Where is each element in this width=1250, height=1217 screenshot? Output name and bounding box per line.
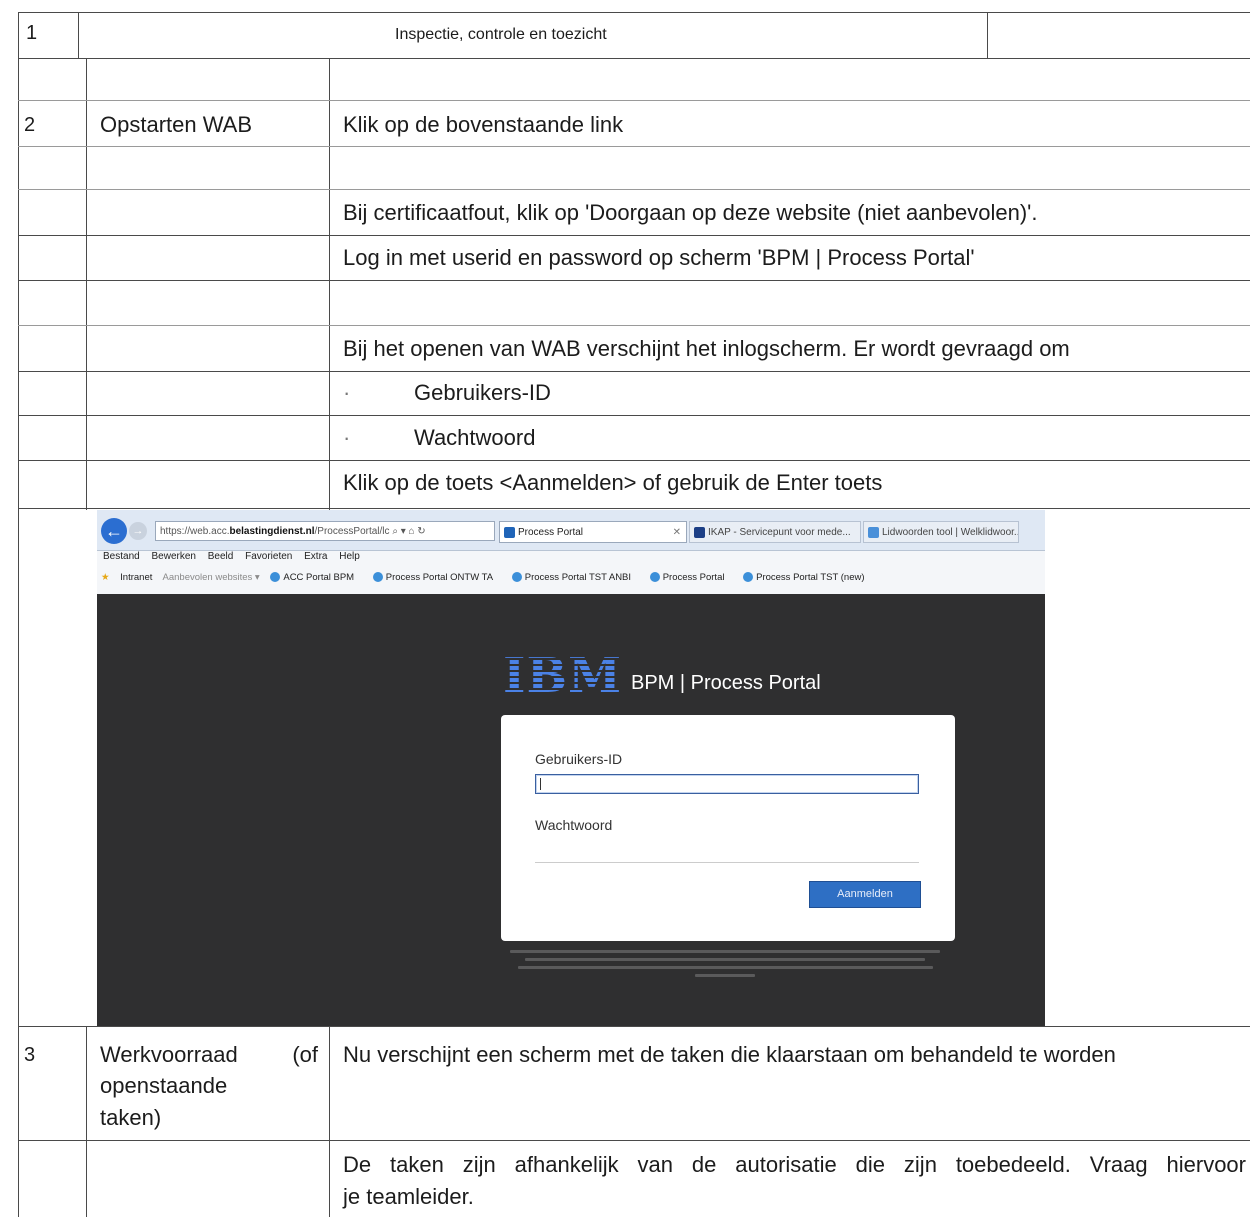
favorite-label: Process Portal <box>662 572 725 583</box>
row-border <box>18 235 1250 236</box>
favorite-label: Process Portal TST ANBI <box>524 572 632 583</box>
bullet-item: Gebruikers-ID <box>414 380 551 405</box>
ie-page-icon <box>270 572 281 583</box>
page-icon <box>694 527 705 538</box>
procedure-document: 1 Inspectie, controle en toezicht 2 Opst… <box>0 0 1250 1217</box>
favorite-process-portal[interactable]: Process Portal <box>649 572 733 583</box>
row1-top-border <box>18 12 1250 13</box>
menu-bar: Bestand Bewerken Beeld Favorieten Extra … <box>103 551 369 562</box>
forward-arrow-icon[interactable]: → <box>129 522 147 540</box>
row-border <box>18 371 1250 372</box>
favorite-acc-portal[interactable]: ACC Portal BPM <box>270 572 362 583</box>
favorite-label: ACC Portal BPM <box>283 572 355 583</box>
ibm-logo: IBM <box>503 652 621 700</box>
menu-item-beeld[interactable]: Beeld <box>208 551 234 562</box>
favorite-ontw[interactable]: Process Portal ONTW TA <box>372 572 501 583</box>
favorite-aanbevolen[interactable]: Aanbevolen websites ▾ <box>163 572 260 583</box>
tab-lidwoorden[interactable]: Lidwoorden tool | Welklidwoor... <box>863 521 1019 543</box>
ie-page-icon <box>743 572 754 583</box>
favorites-bar: ★ Intranet Aanbevolen websites ▾ ACC Por… <box>101 572 881 583</box>
col1-divider-upper <box>86 58 87 510</box>
url-controls-icon: ⌕ ▾ ⌂ ↻ <box>392 526 426 537</box>
favorite-tst-new[interactable]: Process Portal TST (new) <box>743 572 872 583</box>
portal-title: BPM | Process Portal <box>631 672 821 694</box>
step-line: Nu verschijnt een scherm met de taken di… <box>343 1042 1116 1067</box>
row-border <box>18 1140 1250 1141</box>
bullet-item: Wachtwoord <box>414 425 536 450</box>
table-left-border <box>18 58 19 1217</box>
tab-label: IKAP - Servicepunt voor mede... <box>708 527 851 538</box>
row-border <box>18 508 1250 509</box>
step-line: Log in met userid en password op scherm … <box>343 245 975 270</box>
user-id-label: Gebruikers-ID <box>535 751 623 767</box>
address-bar-area: ← → https://web.acc.belastingdienst.nl/P… <box>97 510 1045 551</box>
menu-item-extra[interactable]: Extra <box>304 551 327 562</box>
favorite-tst-anbi[interactable]: Process Portal TST ANBI <box>511 572 639 583</box>
bullet-marker: · <box>343 380 351 405</box>
step-line: Bij certificaatfout, klik op 'Doorgaan o… <box>343 200 1038 225</box>
browser-chrome: ← → https://web.acc.belastingdienst.nl/P… <box>97 510 1045 594</box>
row2-label: Opstarten WAB <box>100 112 253 137</box>
col1-divider-lower <box>86 1026 87 1217</box>
row3-label-line: openstaande <box>100 1073 228 1098</box>
row-border <box>18 100 1250 101</box>
url-field[interactable]: https://web.acc.belastingdienst.nl/Proce… <box>155 521 495 541</box>
row-border <box>18 146 1250 147</box>
close-icon[interactable]: ✕ <box>673 522 681 542</box>
menu-item-bewerken[interactable]: Bewerken <box>151 551 195 562</box>
row-border <box>18 1026 1250 1027</box>
row-border <box>18 280 1250 281</box>
row1-number: 1 <box>26 22 38 44</box>
url-domain: belastingdienst.nl <box>229 526 315 537</box>
bullet-marker: · <box>343 425 351 450</box>
row-border <box>18 189 1250 190</box>
login-screenshot: ← → https://web.acc.belastingdienst.nl/P… <box>97 510 1045 1026</box>
row3-label-line: Werkvoorraad (of <box>100 1042 318 1067</box>
tab-label: Process Portal <box>518 527 584 538</box>
favorite-label: Process Portal TST (new) <box>756 572 865 583</box>
row1-left-border <box>18 12 19 58</box>
row1-divider-1 <box>78 12 79 58</box>
password-label: Wachtwoord <box>535 817 613 833</box>
back-arrow-icon[interactable]: ← <box>101 518 127 544</box>
step-line: Bij het openen van WAB verschijnt het in… <box>343 336 1070 361</box>
step-line: De taken zijn afhankelijk van de autoris… <box>343 1152 1246 1177</box>
row1-divider-2 <box>987 12 988 58</box>
tab-label: Lidwoorden tool | Welklidwoor... <box>882 527 1019 538</box>
url-prefix: https://web.acc. <box>160 526 230 537</box>
login-card: Gebruikers-ID Wachtwoord Aanmelden <box>501 715 955 941</box>
tab-process-portal[interactable]: Process Portal ✕ <box>499 521 687 543</box>
step-line: Klik op de toets <Aanmelden> of gebruik … <box>343 470 883 495</box>
login-button[interactable]: Aanmelden <box>809 881 921 908</box>
row3-number: 3 <box>24 1044 36 1066</box>
row3-label-line: taken) <box>100 1105 162 1130</box>
favorites-star-icon[interactable]: ★ <box>101 572 110 583</box>
row-border <box>18 460 1250 461</box>
row-border <box>18 325 1250 326</box>
menu-item-help[interactable]: Help <box>339 551 360 562</box>
favorite-intranet[interactable]: Intranet <box>120 572 152 583</box>
col2-divider-lower <box>329 1026 330 1217</box>
row-border <box>18 415 1250 416</box>
url-path: /ProcessPortal/lc <box>314 526 390 537</box>
logo-text: IBM <box>503 648 623 704</box>
page-icon <box>868 527 879 538</box>
step-line: Klik op de bovenstaande link <box>343 112 624 137</box>
tab-ikap[interactable]: IKAP - Servicepunt voor mede... <box>689 521 861 543</box>
password-input[interactable] <box>535 843 919 863</box>
row1-bottom-border <box>18 58 1250 59</box>
page-icon <box>504 527 515 538</box>
ie-page-icon <box>372 572 383 583</box>
row2-number: 2 <box>24 114 36 136</box>
section-title: Inspectie, controle en toezicht <box>395 26 607 43</box>
favorite-label: Process Portal ONTW TA <box>385 572 494 583</box>
ie-page-icon <box>511 572 522 583</box>
user-id-input[interactable] <box>535 774 919 794</box>
menu-item-bestand[interactable]: Bestand <box>103 551 140 562</box>
col2-divider-upper <box>329 58 330 510</box>
legal-fineprint <box>505 950 945 982</box>
ie-page-icon <box>649 572 660 583</box>
menu-item-favorieten[interactable]: Favorieten <box>245 551 292 562</box>
step-line: je teamleider. <box>343 1184 474 1209</box>
